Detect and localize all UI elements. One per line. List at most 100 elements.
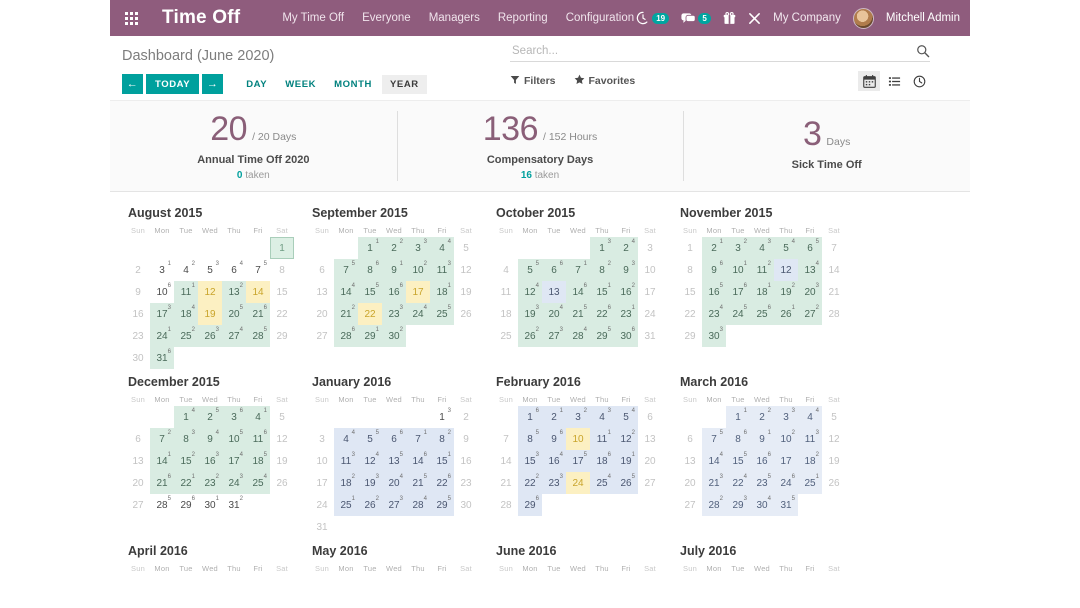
search-input[interactable] — [510, 44, 916, 58]
today-button[interactable]: TODAY — [146, 74, 200, 94]
day-cell[interactable]: 4 — [494, 259, 518, 281]
day-cell[interactable]: 17 4 — [222, 450, 246, 472]
day-cell[interactable]: 82 — [430, 428, 454, 450]
day-cell[interactable]: 25 — [198, 406, 222, 428]
scale-year-button[interactable]: YEAR — [381, 74, 427, 94]
day-cell[interactable]: 13 — [590, 237, 614, 259]
day-cell[interactable]: 21 — [702, 237, 726, 259]
day-cell[interactable]: 23 1 — [614, 303, 638, 325]
day-cell[interactable]: 15 — [270, 281, 294, 303]
day-cell[interactable]: 25 4 — [246, 472, 270, 494]
day-cell[interactable]: 13 — [126, 450, 150, 472]
day-cell[interactable]: 20 — [638, 450, 662, 472]
next-period-button[interactable]: → — [202, 74, 224, 94]
day-cell[interactable]: 29 5 — [590, 325, 614, 347]
day-cell[interactable]: 13 5 — [382, 450, 406, 472]
day-cell[interactable]: 13 — [678, 450, 702, 472]
day-cell[interactable]: 44 — [430, 237, 454, 259]
day-cell[interactable]: 20 — [678, 472, 702, 494]
day-cell[interactable]: 14 — [822, 259, 846, 281]
day-cell[interactable]: 17 5 — [566, 450, 590, 472]
day-cell[interactable]: 12 4 — [358, 450, 382, 472]
day-cell[interactable]: 17 — [638, 281, 662, 303]
day-cell[interactable]: 86 — [726, 428, 750, 450]
day-cell[interactable]: 16 3 — [198, 450, 222, 472]
day-cell[interactable]: 15 1 — [430, 450, 454, 472]
day-cell[interactable]: 36 — [222, 406, 246, 428]
day-cell[interactable]: 7 — [822, 237, 846, 259]
day-cell[interactable]: 13 — [542, 281, 566, 303]
day-cell[interactable]: 27 — [126, 494, 150, 516]
day-cell[interactable]: 9 — [454, 428, 478, 450]
day-cell[interactable]: 10 5 — [222, 428, 246, 450]
day-cell[interactable]: 25 4 — [590, 472, 614, 494]
day-cell[interactable]: 9 — [126, 281, 150, 303]
day-cell[interactable]: 65 — [798, 237, 822, 259]
day-cell[interactable]: 10 — [310, 450, 334, 472]
day-cell[interactable]: 13 — [638, 428, 662, 450]
day-cell[interactable]: 26 — [270, 472, 294, 494]
day-cell[interactable]: 23 2 — [198, 472, 222, 494]
day-cell[interactable]: 26 — [822, 472, 846, 494]
day-cell[interactable]: 12 2 — [614, 428, 638, 450]
day-cell[interactable]: 21 — [494, 472, 518, 494]
day-cell[interactable]: 23 4 — [702, 303, 726, 325]
day-cell[interactable]: 12 — [454, 259, 478, 281]
day-cell[interactable]: 12 — [774, 259, 798, 281]
day-cell[interactable]: 24 5 — [726, 303, 750, 325]
day-cell[interactable]: 30 3 — [702, 325, 726, 347]
day-cell[interactable]: 22 1 — [174, 472, 198, 494]
day-cell[interactable]: 26 5 — [614, 472, 638, 494]
day-cell[interactable]: 21 5 — [406, 472, 430, 494]
favorites-button[interactable]: Favorites — [574, 74, 635, 88]
day-cell[interactable]: 11 2 — [750, 259, 774, 281]
day-cell[interactable]: 16 5 — [702, 281, 726, 303]
day-cell[interactable]: 82 — [590, 259, 614, 281]
day-cell[interactable]: 5 — [270, 406, 294, 428]
day-cell[interactable]: 22 — [678, 303, 702, 325]
day-cell[interactable]: 16 — [518, 406, 542, 428]
day-cell[interactable]: 21 2 — [334, 303, 358, 325]
day-cell[interactable]: 26 2 — [358, 494, 382, 516]
day-cell[interactable]: 28 4 — [566, 325, 590, 347]
day-cell[interactable]: 42 — [174, 259, 198, 281]
day-cell[interactable]: 64 — [222, 259, 246, 281]
day-cell[interactable]: 8 — [678, 259, 702, 281]
day-cell[interactable]: 29 — [678, 325, 702, 347]
day-cell[interactable]: 71 — [566, 259, 590, 281]
day-cell[interactable]: 17 6 — [726, 281, 750, 303]
day-cell[interactable]: 44 — [798, 406, 822, 428]
day-cell[interactable]: 66 — [542, 259, 566, 281]
day-cell[interactable]: 13 2 — [222, 281, 246, 303]
day-cell[interactable]: 15 2 — [174, 450, 198, 472]
day-cell[interactable]: 15 1 — [590, 281, 614, 303]
prev-period-button[interactable]: ← — [122, 74, 143, 94]
day-cell[interactable]: 10 2 — [406, 259, 430, 281]
day-cell[interactable]: 10 — [566, 428, 590, 450]
day-cell[interactable]: 27 3 — [382, 494, 406, 516]
day-cell[interactable]: 14 6 — [406, 450, 430, 472]
day-cell[interactable]: 26 — [454, 303, 478, 325]
day-cell[interactable]: 22 6 — [430, 472, 454, 494]
day-cell[interactable]: 18 1 — [750, 281, 774, 303]
day-cell[interactable]: 43 — [750, 237, 774, 259]
day-cell[interactable]: 11 — [726, 406, 750, 428]
day-cell[interactable]: 33 — [774, 406, 798, 428]
day-cell[interactable]: 26 3 — [198, 325, 222, 347]
day-cell[interactable]: 6 — [126, 428, 150, 450]
day-cell[interactable]: 6 — [638, 406, 662, 428]
day-cell[interactable]: 32 — [566, 406, 590, 428]
day-cell[interactable]: 22 6 — [590, 303, 614, 325]
stat-card-annual-time-off[interactable]: 20 / 20 Days Annual Time Off 2020 0 take… — [110, 101, 397, 191]
day-cell[interactable]: 27 3 — [542, 325, 566, 347]
day-cell[interactable]: 24 — [638, 303, 662, 325]
day-cell[interactable]: 16 — [126, 303, 150, 325]
day-cell[interactable]: 96 — [542, 428, 566, 450]
day-cell[interactable]: 31 — [310, 516, 334, 538]
day-cell[interactable]: 28 4 — [406, 494, 430, 516]
day-cell[interactable]: 28 5 — [246, 325, 270, 347]
day-cell[interactable]: 21 — [542, 406, 566, 428]
filters-button[interactable]: Filters — [510, 75, 556, 88]
scale-day-button[interactable]: DAY — [238, 75, 275, 94]
day-cell[interactable]: 5 — [822, 406, 846, 428]
